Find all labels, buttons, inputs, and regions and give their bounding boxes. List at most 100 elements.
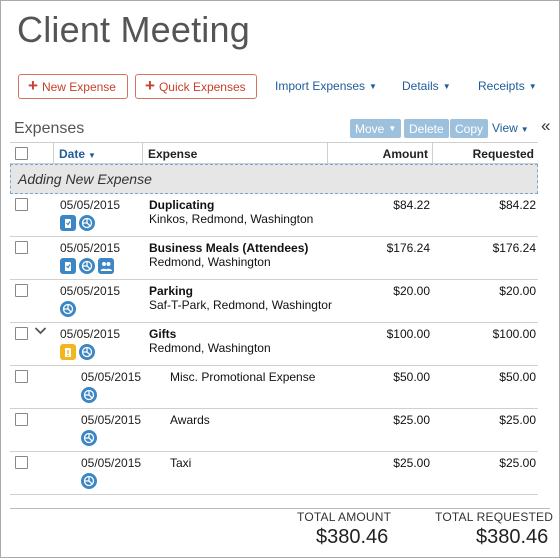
row-checkbox[interactable] xyxy=(15,198,28,211)
row-expense-type: Awards xyxy=(170,413,210,427)
new-expense-label: New Expense xyxy=(41,79,116,94)
alert-icon xyxy=(60,344,76,360)
row-icons xyxy=(60,301,76,317)
table-row[interactable]: 05/05/2015 Parking Saf-T-Park, Redmond, … xyxy=(10,280,538,323)
table-row[interactable]: 05/05/2015 Duplicating Kinkos, Redmond, … xyxy=(10,194,538,237)
caret-down-icon: ▼ xyxy=(369,82,377,91)
row-icons xyxy=(60,258,114,274)
row-requested: $100.00 xyxy=(492,327,536,341)
row-requested: $50.00 xyxy=(499,370,536,384)
receipt-icon xyxy=(60,215,76,231)
row-requested: $20.00 xyxy=(499,284,536,298)
row-expense-location: Kinkos, Redmond, Washington xyxy=(149,212,314,226)
expenses-section-label: Expenses xyxy=(14,120,85,137)
itemize-icon xyxy=(79,344,95,360)
total-requested-label: TOTAL REQUESTED xyxy=(435,510,554,524)
row-requested: $25.00 xyxy=(499,456,536,470)
collapse-icon[interactable]: « xyxy=(541,116,550,136)
adding-new-expense-row[interactable]: Adding New Expense xyxy=(10,164,538,194)
caret-down-icon: ▼ xyxy=(528,82,537,91)
view-menu[interactable]: View ▼ xyxy=(492,121,529,135)
amount-column-header[interactable]: Amount xyxy=(383,147,428,161)
total-amount-label: TOTAL AMOUNT xyxy=(297,510,392,524)
quick-expenses-button[interactable]: + Quick Expenses xyxy=(135,74,257,99)
row-checkbox[interactable] xyxy=(15,241,28,254)
total-requested-value: $380.46 xyxy=(476,526,549,548)
row-date: 05/05/2015 xyxy=(81,456,142,470)
caret-down-icon: ▼ xyxy=(442,82,451,91)
import-expenses-menu[interactable]: Import Expenses ▼ xyxy=(275,79,377,93)
row-checkbox[interactable] xyxy=(15,413,28,426)
itemize-icon xyxy=(81,430,97,446)
row-date: 05/05/2015 xyxy=(60,327,121,341)
details-label: Details xyxy=(402,79,439,93)
copy-button[interactable]: Copy xyxy=(450,119,489,138)
plus-icon: + xyxy=(28,76,38,95)
delete-button[interactable]: Delete xyxy=(404,119,449,138)
row-date: 05/05/2015 xyxy=(81,370,142,384)
new-expense-button[interactable]: + New Expense xyxy=(18,74,128,99)
row-date: 05/05/2015 xyxy=(60,284,121,298)
row-amount: $84.22 xyxy=(393,198,430,212)
row-icons xyxy=(81,387,97,403)
row-expense-type: Taxi xyxy=(170,456,192,470)
row-amount: $25.00 xyxy=(393,456,430,470)
table-row-child[interactable]: 05/05/2015 Taxi $25.00 $25.00 xyxy=(10,452,538,495)
row-checkbox[interactable] xyxy=(15,370,28,383)
row-expense-type: Misc. Promotional Expense xyxy=(170,370,316,384)
select-all-checkbox[interactable] xyxy=(15,147,28,160)
table-row-parent[interactable]: 05/05/2015 Gifts Redmond, Washington $10… xyxy=(10,323,538,366)
totals-divider xyxy=(10,508,550,509)
plus-icon: + xyxy=(145,76,155,95)
row-requested: $25.00 xyxy=(499,413,536,427)
row-checkbox[interactable] xyxy=(15,327,28,340)
row-icons xyxy=(81,473,97,489)
itemize-icon xyxy=(79,258,95,274)
move-button[interactable]: Move ▼ xyxy=(350,119,402,138)
date-column-header[interactable]: Date ▼ xyxy=(59,147,96,161)
row-expense-location: Redmond, Washington xyxy=(149,255,271,269)
row-icons xyxy=(60,344,95,360)
view-label: View xyxy=(492,121,518,135)
row-expense-type: Parking xyxy=(149,284,194,298)
total-amount-value: $380.46 xyxy=(316,526,389,548)
itemize-icon xyxy=(60,301,76,317)
row-icons xyxy=(81,430,97,446)
row-amount: $100.00 xyxy=(386,327,430,341)
row-amount: $25.00 xyxy=(393,413,430,427)
caret-down-icon: ▼ xyxy=(388,124,397,133)
receipts-menu[interactable]: Receipts ▼ xyxy=(478,79,537,93)
row-date: 05/05/2015 xyxy=(81,413,142,427)
row-expense-type: Gifts xyxy=(149,327,177,341)
details-menu[interactable]: Details ▼ xyxy=(402,79,451,93)
move-label: Move xyxy=(355,121,385,136)
chevron-down-icon[interactable] xyxy=(34,324,47,340)
receipt-icon xyxy=(60,258,76,274)
row-checkbox[interactable] xyxy=(15,456,28,469)
row-date: 05/05/2015 xyxy=(60,241,121,255)
expenses-table: Date ▼ Expense Amount Requested Adding Ne… xyxy=(10,142,538,495)
row-expense-location: Redmond, Washington xyxy=(149,341,271,355)
table-header: Date ▼ Expense Amount Requested xyxy=(10,142,538,164)
import-expenses-label: Import Expenses xyxy=(275,79,366,93)
row-requested: $176.24 xyxy=(492,241,536,255)
table-row[interactable]: 05/05/2015 Business Meals (Attendees) Re… xyxy=(10,237,538,280)
row-expense-type: Business Meals (Attendees) xyxy=(149,241,309,255)
table-row-child[interactable]: 05/05/2015 Misc. Promotional Expense $50… xyxy=(10,366,538,409)
itemize-icon xyxy=(79,215,95,231)
row-amount: $50.00 xyxy=(393,370,430,384)
row-amount: $20.00 xyxy=(393,284,430,298)
row-expense-location: Saf-T-Park, Redmond, Washingtor xyxy=(149,298,332,312)
expense-column-header[interactable]: Expense xyxy=(148,147,197,161)
table-row-child[interactable]: 05/05/2015 Awards $25.00 $25.00 xyxy=(10,409,538,452)
row-date: 05/05/2015 xyxy=(60,198,121,212)
itemize-icon xyxy=(81,387,97,403)
sort-desc-icon: ▼ xyxy=(88,151,96,160)
page-title: Client Meeting xyxy=(17,9,250,50)
row-amount: $176.24 xyxy=(386,241,430,255)
requested-column-header[interactable]: Requested xyxy=(473,147,534,161)
receipts-label: Receipts xyxy=(478,79,525,93)
date-header-label: Date xyxy=(59,147,86,161)
caret-down-icon: ▼ xyxy=(520,125,529,134)
row-checkbox[interactable] xyxy=(15,284,28,297)
